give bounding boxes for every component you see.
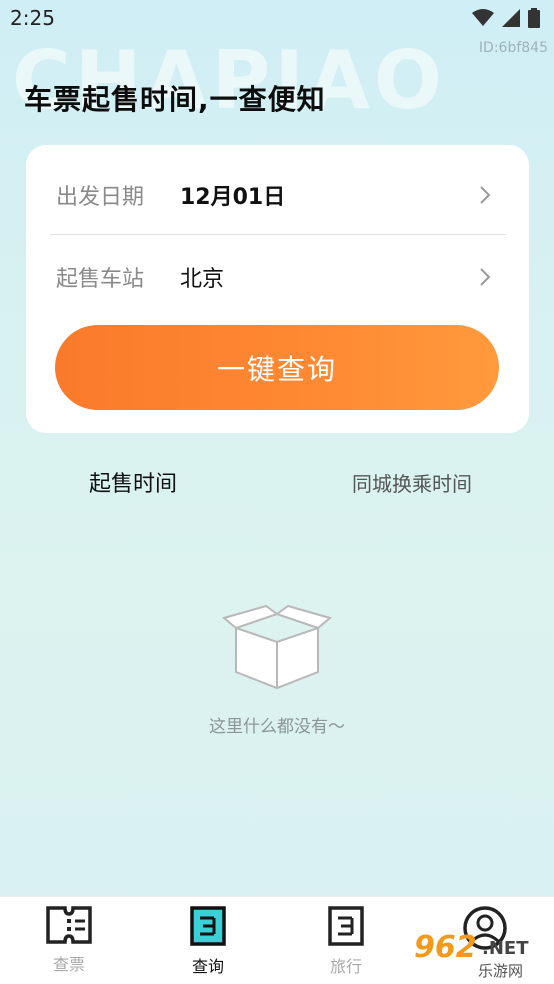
page-title: 车票起售时间,一查便知 bbox=[24, 83, 326, 116]
watermark-text: 乐游网 bbox=[478, 962, 524, 980]
status-bar: 2:25 bbox=[0, 0, 554, 38]
departure-date-value: 12月01日 bbox=[180, 184, 286, 210]
nav-tickets-label: 查票 bbox=[52, 955, 85, 974]
ticket-icon bbox=[46, 906, 92, 944]
bottom-nav: 查票 查询 旅行 962 .NET 乐游网 bbox=[0, 896, 554, 984]
watermark-number: 962 bbox=[414, 930, 477, 965]
tab-transfer-time[interactable]: 同城换乘时间 bbox=[352, 468, 472, 497]
empty-state-text: 这里什么都没有～ bbox=[209, 717, 345, 737]
status-icons bbox=[472, 8, 540, 28]
station-row[interactable]: 起售车站 北京 bbox=[50, 237, 506, 317]
empty-box-icon bbox=[221, 604, 333, 690]
station-label: 起售车站 bbox=[56, 267, 145, 292]
query-icon bbox=[190, 906, 226, 946]
status-time: 2:25 bbox=[10, 6, 55, 30]
watermark-suffix: .NET bbox=[482, 938, 529, 959]
nav-travel-label: 旅行 bbox=[329, 957, 362, 976]
departure-date-label: 出发日期 bbox=[56, 184, 145, 210]
signal-icon bbox=[502, 9, 520, 27]
battery-icon bbox=[528, 8, 540, 28]
result-tabs: 起售时间 同城换乘时间 bbox=[0, 462, 554, 498]
nav-query-label: 查询 bbox=[191, 957, 224, 976]
nav-travel[interactable]: 旅行 bbox=[301, 905, 391, 981]
chevron-right-icon bbox=[480, 268, 491, 286]
nav-query[interactable]: 查询 bbox=[163, 905, 253, 981]
tab-sale-time[interactable]: 起售时间 bbox=[89, 466, 177, 498]
chevron-right-icon bbox=[480, 186, 491, 204]
station-value: 北京 bbox=[180, 267, 225, 292]
travel-icon bbox=[328, 906, 364, 946]
watermark-logo: 962 .NET 乐游网 bbox=[408, 928, 550, 982]
departure-date-row[interactable]: 出发日期 12月01日 bbox=[50, 155, 506, 235]
wifi-icon bbox=[472, 9, 494, 26]
query-button[interactable]: 一键查询 bbox=[55, 325, 499, 410]
id-tag: ID:6bf845 bbox=[478, 40, 548, 56]
query-card: 出发日期 12月01日 起售车站 北京 一键查询 bbox=[26, 145, 529, 433]
nav-tickets[interactable]: 查票 bbox=[24, 905, 114, 981]
